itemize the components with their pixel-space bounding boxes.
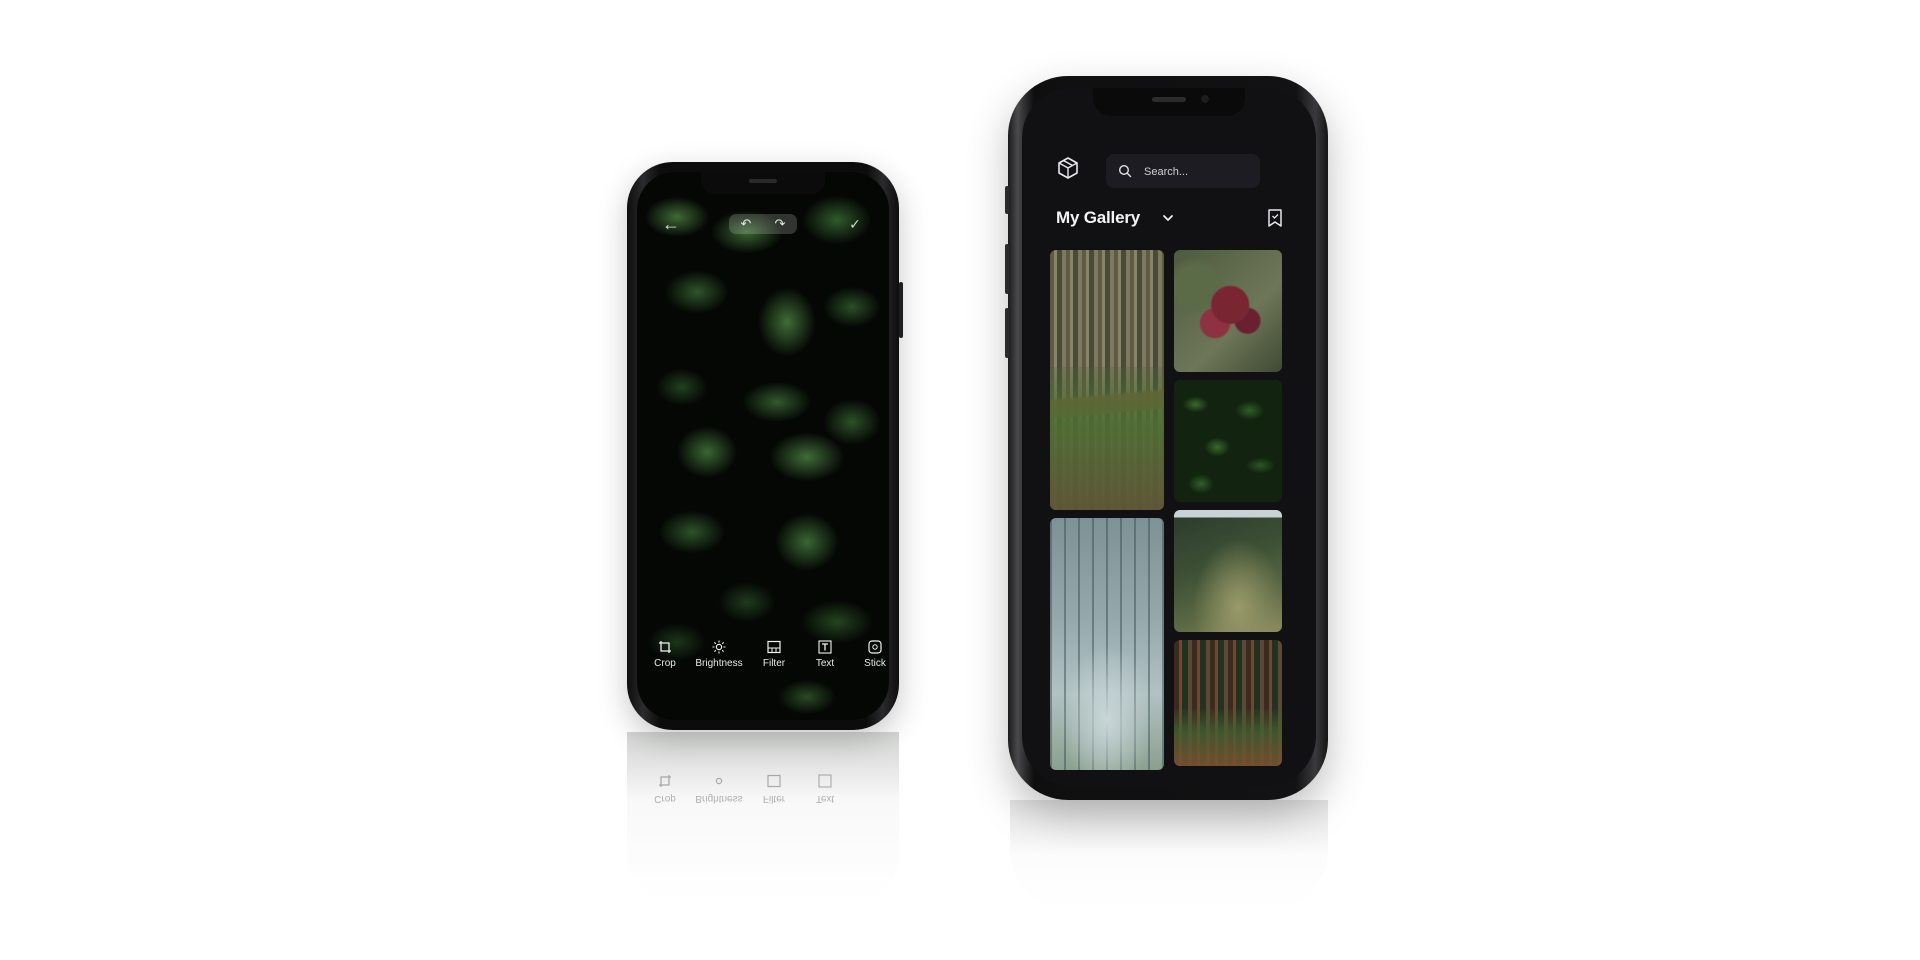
- crop-icon: [659, 641, 671, 653]
- reflection-tool: Text: [795, 774, 855, 804]
- mute-switch: [1005, 186, 1009, 214]
- sun-icon: [715, 777, 723, 785]
- reflection-label: Crop: [654, 793, 676, 804]
- gallery-phone: My Gallery: [1005, 76, 1328, 800]
- tool-label: Crop: [654, 658, 676, 669]
- front-camera: [1201, 95, 1209, 103]
- reflection-tool: Crop: [635, 774, 695, 804]
- check-icon[interactable]: ✓: [843, 212, 867, 236]
- photo-red-flowers[interactable]: [1174, 250, 1282, 372]
- tool-label: Stick: [864, 658, 886, 669]
- tool-crop[interactable]: Crop: [637, 640, 695, 670]
- tool-brightness[interactable]: Brightness: [689, 640, 749, 670]
- sun-icon: [712, 640, 726, 654]
- gallery-phone-reflection: [1010, 800, 1328, 910]
- undo-redo-group: ↶ ↷: [729, 214, 797, 234]
- sticker-icon: [868, 640, 882, 654]
- volume-down-button: [1005, 308, 1009, 358]
- search-input[interactable]: [1142, 154, 1256, 190]
- photo-misty-forest-road[interactable]: [1050, 518, 1164, 770]
- power-button: [899, 282, 903, 338]
- notch: [701, 172, 825, 194]
- speaker: [1152, 97, 1186, 102]
- reflection-label: Text: [815, 793, 835, 804]
- bookmark-icon[interactable]: [1266, 208, 1284, 228]
- speaker: [749, 179, 777, 183]
- photo-hillside-grass[interactable]: [1174, 510, 1282, 632]
- reflection-label: Brightness: [695, 793, 743, 804]
- photo-green-leaves[interactable]: [1174, 380, 1282, 502]
- search-icon: [1118, 164, 1132, 178]
- crop-icon: [659, 775, 671, 787]
- editor-toolbar: Crop Brightness Filter Text Stick: [637, 640, 889, 684]
- page-title[interactable]: My Gallery: [1056, 208, 1140, 228]
- photo-redwood-trail[interactable]: [1174, 640, 1282, 766]
- arrow-left-icon[interactable]: ←: [659, 212, 683, 236]
- photo-forest-path[interactable]: [1050, 250, 1164, 510]
- photo-grid: [1050, 250, 1290, 770]
- filter-icon: [767, 774, 781, 788]
- volume-up-button: [1005, 244, 1009, 294]
- stage: ← ↶ ↷ ✓ Crop Brightness Filter Text Stic…: [0, 0, 1920, 960]
- notch: [1093, 88, 1245, 116]
- text-icon: [818, 640, 832, 654]
- reflection-tool: Brightness: [689, 774, 749, 804]
- gallery-title-row: My Gallery: [1022, 204, 1316, 234]
- editor-phone: ← ↶ ↷ ✓ Crop Brightness Filter Text Stic…: [627, 162, 903, 730]
- tool-label: Brightness: [695, 658, 743, 669]
- gallery-screen: My Gallery: [1022, 88, 1316, 786]
- tool-sticker[interactable]: Stick: [845, 640, 889, 670]
- gallery-header: [1022, 148, 1316, 190]
- editor-screen: ← ↶ ↷ ✓ Crop Brightness Filter Text Stic…: [637, 172, 889, 720]
- undo-icon[interactable]: ↶: [741, 214, 752, 234]
- search-bar[interactable]: [1106, 154, 1260, 190]
- chevron-down-icon[interactable]: [1160, 210, 1176, 226]
- text-icon: [818, 774, 832, 788]
- editor-phone-reflection: Crop Brightness Filter Text: [627, 732, 899, 902]
- cube-icon[interactable]: [1056, 156, 1080, 180]
- redo-icon[interactable]: ↷: [775, 214, 786, 234]
- filter-icon: [767, 640, 781, 654]
- editor-top-bar: ← ↶ ↷ ✓: [637, 212, 889, 236]
